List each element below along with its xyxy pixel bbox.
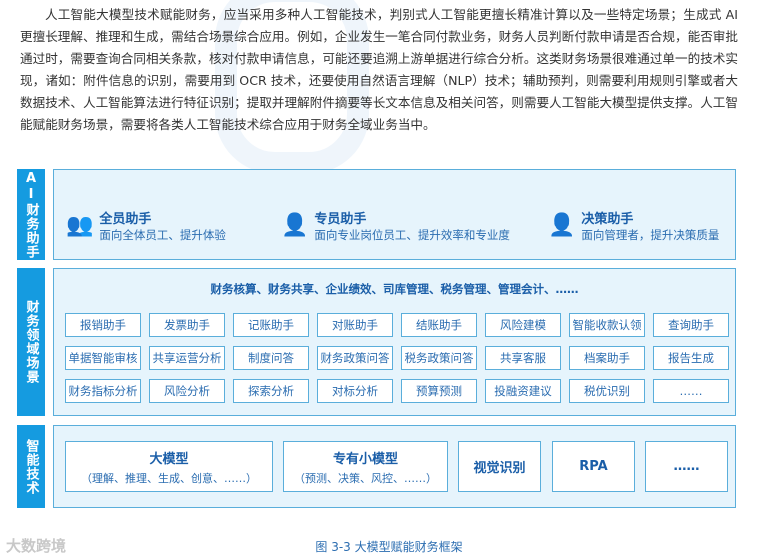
assistant-all-staff: 👥 全员助手 面向全体员工、提升体验 (66, 208, 226, 243)
assistant-desc: 面向专业岗位员工、提升效率和专业度 (314, 228, 510, 242)
tech-panel: 大模型 （理解、推理、生成、创意、……） 专有小模型 （预测、决策、风控、……） 视… (53, 425, 736, 508)
scene-cell: 税优识别 (569, 379, 645, 403)
assistant-specialist: 👤 专员助手 面向专业岗位员工、提升效率和专业度 (281, 208, 510, 243)
section-label-tech: 智能技术 (17, 425, 45, 508)
figure-caption: 图 3-3 大模型赋能财务框架 (315, 540, 463, 554)
scenes-panel: 财务核算、财务共享、企业绩效、司库管理、税务管理、管理会计、…… 报销助手 发票助… (53, 268, 736, 416)
scene-cell: 预算预测 (401, 379, 477, 403)
scene-cell: 报销助手 (65, 313, 141, 337)
tech-large-model: 大模型 （理解、推理、生成、创意、……） (65, 441, 273, 492)
scene-cell: 单据智能审核 (65, 346, 141, 370)
ai-assistant-panel: 👥 全员助手 面向全体员工、提升体验 👤 专员助手 面向专业岗位员工、提升效率和专业度 … (53, 169, 736, 260)
assistant-desc: 面向管理者，提升决策质量 (581, 228, 720, 242)
scene-cell: 结账助手 (401, 313, 477, 337)
scene-cell: …… (653, 379, 729, 403)
manager-icon: 👤 (548, 212, 576, 238)
scene-cell: 记账助手 (233, 313, 309, 337)
scene-cell: 风险分析 (149, 379, 225, 403)
scene-cell: 税务政策问答 (401, 346, 477, 370)
scene-cell: 档案助手 (569, 346, 645, 370)
tech-name: RPA (579, 459, 608, 474)
scene-cell: 共享运营分析 (149, 346, 225, 370)
paragraph-text: 人工智能大模型技术赋能财务，应当采用多种人工智能技术，判别式人工智能更擅长精准计… (20, 7, 738, 132)
assistant-desc: 面向全体员工、提升体验 (99, 228, 226, 242)
tech-sub: （理解、推理、生成、创意、……） (81, 471, 257, 485)
assistant-title: 全员助手 (99, 212, 152, 227)
section-label-scenes: 财务领域场景 (17, 268, 45, 416)
tech-name: …… (673, 459, 700, 474)
assistant-title: 专员助手 (314, 212, 367, 227)
scene-cell: 对账助手 (317, 313, 393, 337)
tech-rpa: RPA (552, 441, 635, 492)
tech-more: …… (645, 441, 728, 492)
tech-vision: 视觉识别 (458, 441, 541, 492)
scene-cell: 财务指标分析 (65, 379, 141, 403)
scene-cell: 报告生成 (653, 346, 729, 370)
scene-cell: 风险建模 (485, 313, 561, 337)
tech-sub: （预测、决策、风控、……） (294, 471, 437, 485)
scene-cell: 共享客服 (485, 346, 561, 370)
assistant-title: 决策助手 (581, 212, 634, 227)
body-paragraph: 人工智能大模型技术赋能财务，应当采用多种人工智能技术，判别式人工智能更擅长精准计… (20, 4, 738, 136)
scene-cell: 智能收款认领 (569, 313, 645, 337)
tech-name: 视觉识别 (473, 461, 526, 476)
person-icon: 👤 (281, 212, 309, 238)
scene-cell: 投融资建议 (485, 379, 561, 403)
scene-cell: 对标分析 (317, 379, 393, 403)
assistant-decision: 👤 决策助手 面向管理者，提升决策质量 (548, 208, 719, 243)
scene-cell: 制度问答 (233, 346, 309, 370)
group-people-icon: 👥 (66, 212, 94, 238)
scene-cell: 查询助手 (653, 313, 729, 337)
tech-name: 专有小模型 (332, 451, 398, 467)
scene-cell: 探索分析 (233, 379, 309, 403)
scene-cell: 发票助手 (149, 313, 225, 337)
tech-name: 大模型 (149, 451, 189, 467)
scenes-header: 财务核算、财务共享、企业绩效、司库管理、税务管理、管理会计、…… (210, 282, 579, 296)
section-label-ai-assistant: AI财务助手 (17, 169, 45, 260)
scene-cell: 财务政策问答 (317, 346, 393, 370)
tech-small-model: 专有小模型 （预测、决策、风控、……） (283, 441, 448, 492)
